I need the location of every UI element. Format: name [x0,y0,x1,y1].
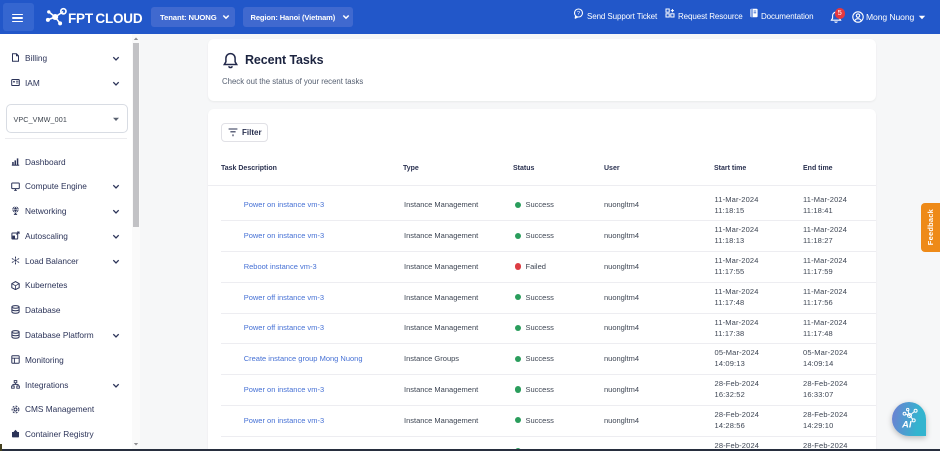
svg-text:AI: AI [901,420,912,431]
